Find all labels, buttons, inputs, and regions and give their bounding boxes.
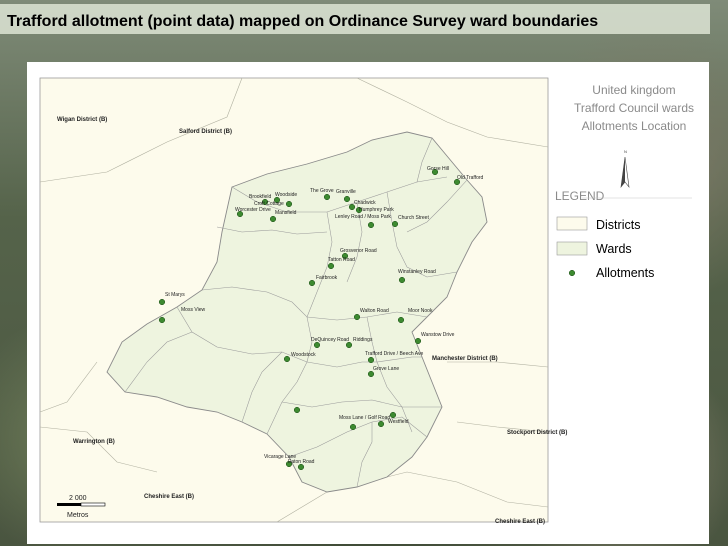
allotment-label: Moss Lane / Golf Road [339,415,390,421]
allotment-label: Chadwick [354,200,376,206]
allotment-point[interactable] [269,215,277,223]
allotment-point[interactable] [313,341,321,349]
north-arrow-icon: N [620,149,630,189]
allotment-point[interactable] [397,316,405,324]
allotment-label: Gorse Hill [427,166,449,172]
district-label: Salford District (B) [179,129,232,135]
scale-segment [57,503,81,506]
allotment-point[interactable] [308,279,316,287]
allotment-label: Westfield [388,419,409,425]
legend-swatch-allotments [568,269,576,277]
legend-label: Wards [596,242,632,256]
allotment-label: St Marys [165,292,185,298]
allotment-label: Brookfield [249,194,271,200]
allotment-label: Eaton Road [288,459,315,465]
allotment-point[interactable] [414,337,422,345]
district-label: Warrington (B) [73,439,115,445]
allotment-point[interactable] [391,220,399,228]
allotment-label: Humphrey Park [359,207,394,213]
legend: LEGEND Districts Wards Allotments [555,189,692,280]
allotment-point[interactable] [285,200,293,208]
allotment-label: Tatton Road [328,257,355,263]
allotment-label: Grove Lane [373,366,399,372]
allotment-label: Granville [336,189,356,195]
map-frame: Wigan District (B) Salford District (B) … [27,62,709,544]
scale-unit: Metros [67,512,89,519]
legend-heading: LEGEND [555,189,605,203]
district-label: Cheshire East (B) [495,519,545,525]
allotment-label: Old Trafford [457,175,484,181]
allotment-point[interactable] [293,406,301,414]
allotment-point[interactable] [367,356,375,364]
north-label: N [624,149,627,154]
map-title-line: Trafford Council wards [574,101,694,115]
allotment-label: DeQuincey Road [311,337,349,343]
allotment-point[interactable] [343,195,351,203]
legend-swatch-wards [556,241,588,256]
map-title-line: Allotments Location [582,119,687,133]
legend-label: Allotments [596,266,654,280]
allotment-label: Moor Nook [408,308,433,314]
allotment-label: Mansfield [275,210,297,216]
allotment-point[interactable] [377,420,385,428]
allotment-point[interactable] [158,298,166,306]
allotment-point[interactable] [327,262,335,270]
allotment-label: Winstanley Road [398,269,436,275]
allotment-point[interactable] [345,341,353,349]
allotment-point[interactable] [158,316,166,324]
legend-swatch-districts [556,216,588,231]
allotment-label: Church Street [398,215,429,221]
allotment-point[interactable] [353,313,361,321]
allotment-point[interactable] [389,411,397,419]
map-title-block: United kingdom Trafford Council wards Al… [574,83,694,133]
allotment-label: Woodside [275,192,297,198]
map-canvas: Wigan District (B) Salford District (B) … [39,77,694,525]
allotment-point[interactable] [367,370,375,378]
allotment-label: Trafford Drive / Beech Ave [365,351,423,357]
district-label: Wigan District (B) [57,117,107,123]
district-label: Stockport District (B) [507,430,567,436]
district-label: Manchester District (B) [432,356,498,362]
allotment-point[interactable] [349,423,357,431]
scale-value: 2 000 [69,495,87,502]
map-title-line: United kingdom [592,83,675,97]
allotment-point[interactable] [367,221,375,229]
legend-label: Districts [596,218,640,232]
allotment-point[interactable] [323,193,331,201]
allotment-label: Walton Road [360,308,389,314]
allotment-point[interactable] [398,276,406,284]
allotment-label: Worcester Drive [235,207,271,213]
allotment-label: Lenley Road / Moss Park [335,214,391,220]
district-label: Cheshire East (B) [144,494,194,500]
slide-title: Trafford allotment (point data) mapped o… [7,13,599,30]
allotment-label: Woodstock [291,352,316,358]
allotment-label: Riddings [353,337,373,343]
allotment-label: Grosvenor Road [340,248,377,254]
title-bar: Trafford allotment (point data) mapped o… [0,4,710,34]
allotment-point[interactable] [297,463,305,471]
allotment-label: The Grove [310,188,334,194]
allotment-label: Moss View [181,307,205,313]
allotment-label: Fairbrook [316,275,338,281]
allotment-label: Wanstow Drive [421,332,455,338]
allotment-point[interactable] [283,355,291,363]
scale-segment [80,502,106,507]
